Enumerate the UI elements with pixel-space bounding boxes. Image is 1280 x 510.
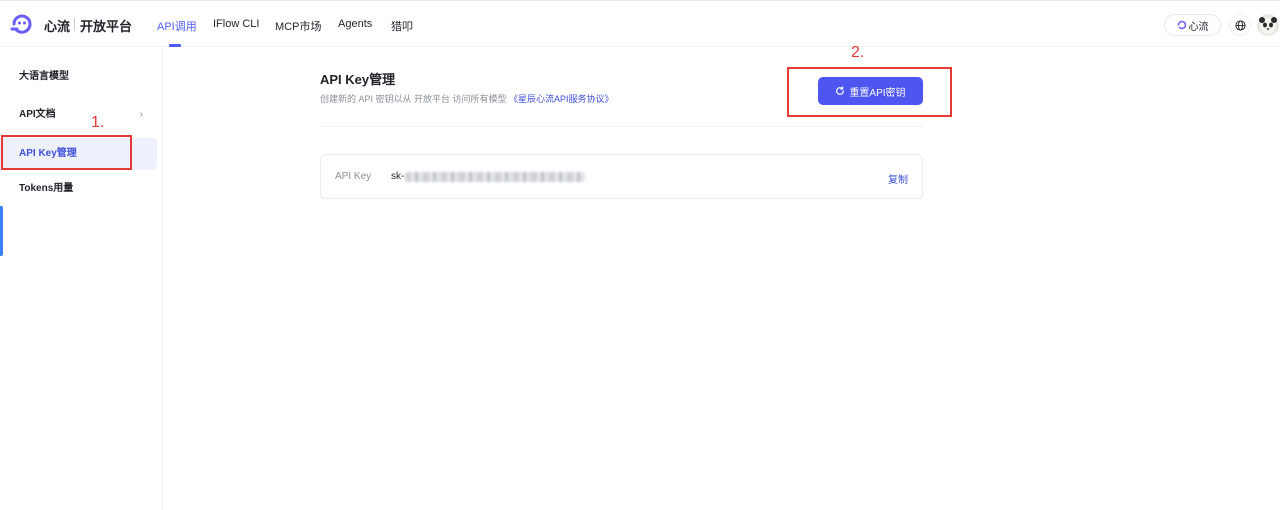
copy-api-key-button[interactable]: 复制: [888, 171, 908, 186]
sidebar-item-label: API文档: [19, 109, 56, 120]
globe-icon: [1234, 19, 1246, 31]
chevron-right-icon: ›: [139, 109, 143, 120]
annotation-label-step-1: 1.: [91, 114, 105, 131]
top-navigation-bar: 心流 开放平台 API调用 IFlow CLI MCP市场 Agents 猎叩 …: [0, 0, 1280, 47]
nav-iflow-cli[interactable]: IFlow CLI: [213, 18, 259, 30]
brand-separator: [74, 18, 75, 31]
page: 心流 开放平台 API调用 IFlow CLI MCP市场 Agents 猎叩 …: [0, 0, 1280, 510]
brand-subtitle: 开放平台: [80, 19, 133, 34]
user-avatar[interactable]: [1257, 14, 1279, 36]
nav-agents[interactable]: Agents: [338, 18, 372, 30]
side-floating-tab[interactable]: [0, 206, 3, 256]
sidebar-item-llm[interactable]: 大语言模型: [0, 61, 157, 93]
sidebar-item-label: 大语言模型: [19, 71, 69, 82]
language-button[interactable]: [1229, 14, 1251, 36]
api-key-label: API Key: [335, 171, 372, 182]
annotation-box-step-1: [1, 135, 132, 170]
panda-avatar-icon: [1259, 17, 1277, 34]
nav-mcp-market[interactable]: MCP市场: [275, 18, 321, 34]
api-key-masked-value: [405, 172, 585, 182]
xinliu-pill-label: 心流: [1188, 21, 1209, 33]
api-key-card: API Key sk- 复制: [320, 154, 923, 199]
api-key-prefix: sk-: [391, 171, 405, 182]
sidebar: 大语言模型 API文档 › API Key管理 Tokens用量: [0, 47, 163, 510]
description-text: 创建新的 API 密钥以从 开放平台 访问所有模型: [320, 94, 507, 104]
xinliu-logo-icon: [10, 14, 32, 34]
nav-liekou[interactable]: 猎叩: [391, 18, 413, 34]
header-divider: [320, 126, 923, 127]
service-agreement-link[interactable]: 《星辰心流API服务协议》: [509, 94, 614, 104]
xinliu-small-icon: [1177, 20, 1186, 30]
nav-active-indicator: [169, 44, 181, 47]
page-title: API Key管理: [320, 72, 396, 87]
sidebar-item-api-docs[interactable]: API文档 ›: [0, 99, 157, 131]
sidebar-item-tokens-usage[interactable]: Tokens用量: [0, 173, 157, 205]
page-description: 创建新的 API 密钥以从 开放平台 访问所有模型 《星辰心流API服务协议》: [320, 92, 614, 105]
nav-api-call[interactable]: API调用: [157, 18, 197, 34]
xinliu-pill-button[interactable]: 心流: [1164, 14, 1221, 36]
brand-name: 心流: [44, 19, 71, 34]
annotation-label-step-2: 2.: [851, 44, 865, 61]
annotation-box-step-2: [787, 67, 952, 117]
sidebar-item-label: Tokens用量: [19, 183, 74, 194]
